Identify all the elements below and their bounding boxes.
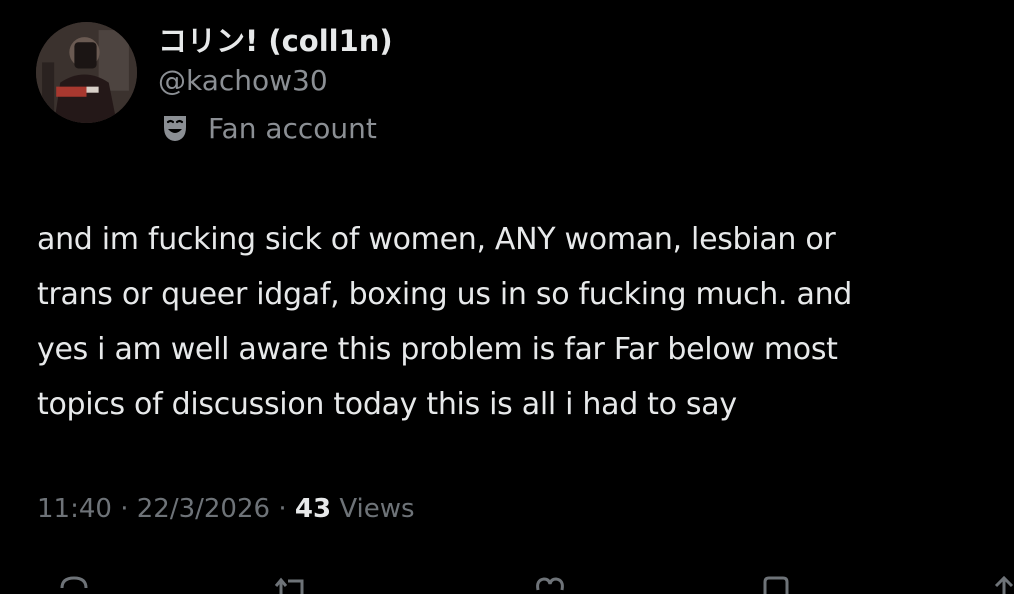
tweet-line: and im fucking sick of women, ANY woman,… (37, 222, 836, 257)
badge-label: Fan account (208, 111, 377, 145)
post-date[interactable]: 22/3/2026 (137, 494, 270, 524)
bookmark-icon (763, 576, 789, 594)
views-count: 43 (294, 494, 332, 524)
reply-icon (60, 576, 88, 589)
display-name[interactable]: コリン! (coll1n) (158, 18, 393, 60)
tweet-meta: 11:40 · 22/3/2026 · 43 Views (37, 494, 415, 524)
meta-separator: · (278, 494, 287, 524)
retweet-icon (274, 577, 304, 594)
like-icon (536, 577, 564, 591)
tweet-line: topics of discussion today this is all i… (37, 387, 737, 422)
bookmark-button[interactable] (758, 572, 794, 594)
avatar-image (36, 22, 137, 123)
theater-masks-icon (164, 116, 186, 141)
like-button[interactable] (532, 572, 568, 594)
meta-separator: · (120, 494, 129, 524)
user-handle[interactable]: @kachow30 (158, 64, 328, 97)
tweet-line: yes i am well aware this problem is far … (37, 332, 838, 367)
share-button[interactable] (986, 572, 1014, 594)
tweet-card: コリン! (coll1n) @kachow30 Fan account and … (0, 0, 1014, 594)
account-badge: Fan account (158, 110, 377, 146)
reply-button[interactable] (56, 572, 92, 594)
share-icon (994, 575, 1014, 594)
views-label: Views (339, 494, 415, 524)
action-bar (0, 566, 1014, 594)
retweet-button[interactable] (272, 572, 308, 594)
post-time[interactable]: 11:40 (37, 494, 112, 524)
avatar[interactable] (36, 22, 137, 123)
tweet-line: trans or queer idgaf, boxing us in so fu… (37, 277, 853, 312)
tweet-text: and im fucking sick of women, ANY woman,… (37, 212, 997, 432)
